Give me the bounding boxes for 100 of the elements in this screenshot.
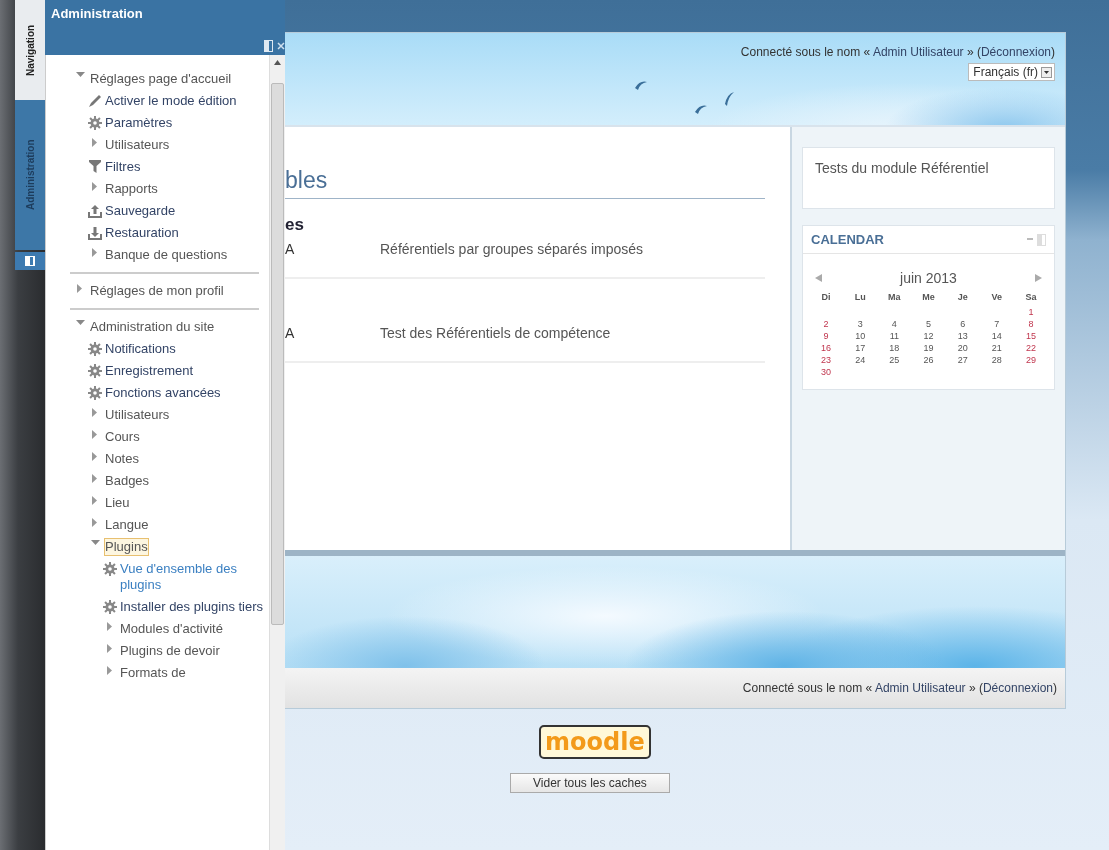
next-month-icon[interactable] [1035,274,1042,282]
weekday-label: Di [820,292,832,304]
tree-item[interactable]: Restauration [105,225,179,241]
tree-item[interactable]: Modules d'activité [120,621,223,637]
calendar-day[interactable]: 19 [911,343,946,353]
settings-icon [88,364,102,378]
calendar-title: CALENDAR [811,232,884,247]
previous-month-icon[interactable] [815,274,822,282]
weekday-label: Ma [887,292,902,304]
calendar-day[interactable]: 23 [809,355,844,365]
tree-item[interactable]: Badges [105,473,150,489]
language-select[interactable]: Français (fr) [968,63,1055,81]
tree-item[interactable]: Filtres [105,159,141,175]
pencil-icon [88,94,102,108]
calendar-day[interactable]: 14 [979,331,1014,341]
settings-icon [103,600,117,614]
logout-link[interactable]: Déconnexion [980,45,1051,59]
tree-item[interactable]: Formats de [120,665,186,681]
upload-icon [88,204,102,218]
settings-icon [88,342,102,356]
tree-item[interactable]: Administration du site [90,319,215,335]
settings-icon [88,116,102,130]
calendar-day[interactable]: 25 [877,355,912,365]
table-cell-text: A [285,241,296,257]
user-link[interactable]: Admin Utilisateur [874,681,966,695]
weekday-label: Je [956,292,969,304]
calendar-day[interactable]: 15 [1013,331,1048,341]
dock-button[interactable] [15,252,45,270]
tree-item[interactable]: Activer le mode édition [105,93,237,109]
dock-icon[interactable] [264,40,273,52]
table-cell-text: A [285,325,296,341]
tree-item[interactable]: Enregistrement [105,363,194,379]
calendar-day[interactable]: 10 [843,331,878,341]
section-heading: es [285,215,305,235]
scroll-up-icon[interactable] [274,60,281,65]
tree-item[interactable]: Vue d'ensemble des plugins [120,561,269,593]
tree-item[interactable]: Sauvegarde [105,203,176,219]
weekday-label: Me [921,292,936,304]
tree-item[interactable]: Notifications [105,341,176,357]
purge-caches-button[interactable]: Vider tous les caches [510,773,670,793]
download-icon [88,226,102,240]
tree-item[interactable]: Langue [105,517,149,533]
calendar-day[interactable]: 1 [1013,307,1048,317]
calendar-day[interactable]: 2 [809,319,844,329]
settings-icon [88,386,102,400]
calendar-day[interactable]: 17 [843,343,878,353]
calendar-day[interactable]: 18 [877,343,912,353]
tree-item[interactable]: Rapports [105,181,158,197]
calendar-day[interactable]: 29 [1013,355,1048,365]
page-heading: bles [285,167,765,199]
calendar-day[interactable]: 22 [1013,343,1048,353]
calendar-day[interactable]: 5 [911,319,946,329]
calendar-day[interactable]: 11 [877,331,912,341]
tree-item[interactable]: Paramètres [105,115,173,131]
tree-item[interactable]: Utilisateurs [105,137,170,153]
calendar-day[interactable]: 12 [911,331,946,341]
settings-icon [103,562,117,576]
scrollbar[interactable] [269,55,285,850]
tree-item[interactable]: Réglages de mon profil [90,283,224,299]
calendar-day[interactable]: 27 [945,355,980,365]
calendar-day[interactable]: 13 [945,331,980,341]
calendar-day[interactable]: 3 [843,319,878,329]
calendar-day[interactable]: 24 [843,355,878,365]
minimize-icon[interactable] [1027,238,1033,241]
calendar-day[interactable]: 30 [809,367,844,377]
course-link[interactable]: Test des Référentiels de compétence [380,325,611,341]
course-link[interactable]: Référentiels par groupes séparés imposés [380,241,644,257]
logout-link[interactable]: Déconnexion [982,681,1053,695]
weekday-label: Lu [853,292,867,304]
month-label: juin 2013 [900,270,957,286]
tree-item[interactable]: Fonctions avancées [105,385,221,401]
tree-item[interactable]: Lieu [105,495,130,511]
close-icon[interactable] [277,42,285,50]
calendar-day[interactable]: 21 [979,343,1014,353]
calendar-day[interactable]: 28 [979,355,1014,365]
tree-item[interactable]: Réglages page d'accueil [90,71,232,87]
calendar-day[interactable]: 20 [945,343,980,353]
login-info: Connecté sous le nom « Admin Utilisateur » (Déconnexion) [740,45,1055,59]
tree-item[interactable]: Banque de questions [105,247,228,263]
weekday-label: Sa [1024,292,1038,304]
tree-item[interactable]: Plugins de devoir [120,643,220,659]
calendar-day[interactable]: 7 [979,319,1014,329]
calendar-day[interactable]: 9 [809,331,844,341]
calendar-day[interactable]: 16 [809,343,844,353]
weekday-label: Ve [990,292,1004,304]
scrollbar-thumb[interactable] [271,83,284,625]
panel-title: Administration [51,6,143,21]
calendar-day[interactable]: 8 [1013,319,1048,329]
tree-item[interactable]: Cours [105,429,140,445]
filter-icon [89,160,101,173]
block-text: Tests du module Référentiel [815,160,989,176]
calendar-day[interactable]: 26 [911,355,946,365]
panel-tab[interactable]: Navigation [15,0,45,100]
tree-item[interactable]: Utilisateurs [105,407,170,423]
user-link[interactable]: Admin Utilisateur [872,45,964,59]
calendar-day[interactable]: 4 [877,319,912,329]
tree-item[interactable]: Installer des plugins tiers [120,599,264,615]
tree-item[interactable]: Notes [105,451,139,467]
calendar-day[interactable]: 6 [945,319,980,329]
tree-item[interactable]: Plugins [105,539,148,555]
